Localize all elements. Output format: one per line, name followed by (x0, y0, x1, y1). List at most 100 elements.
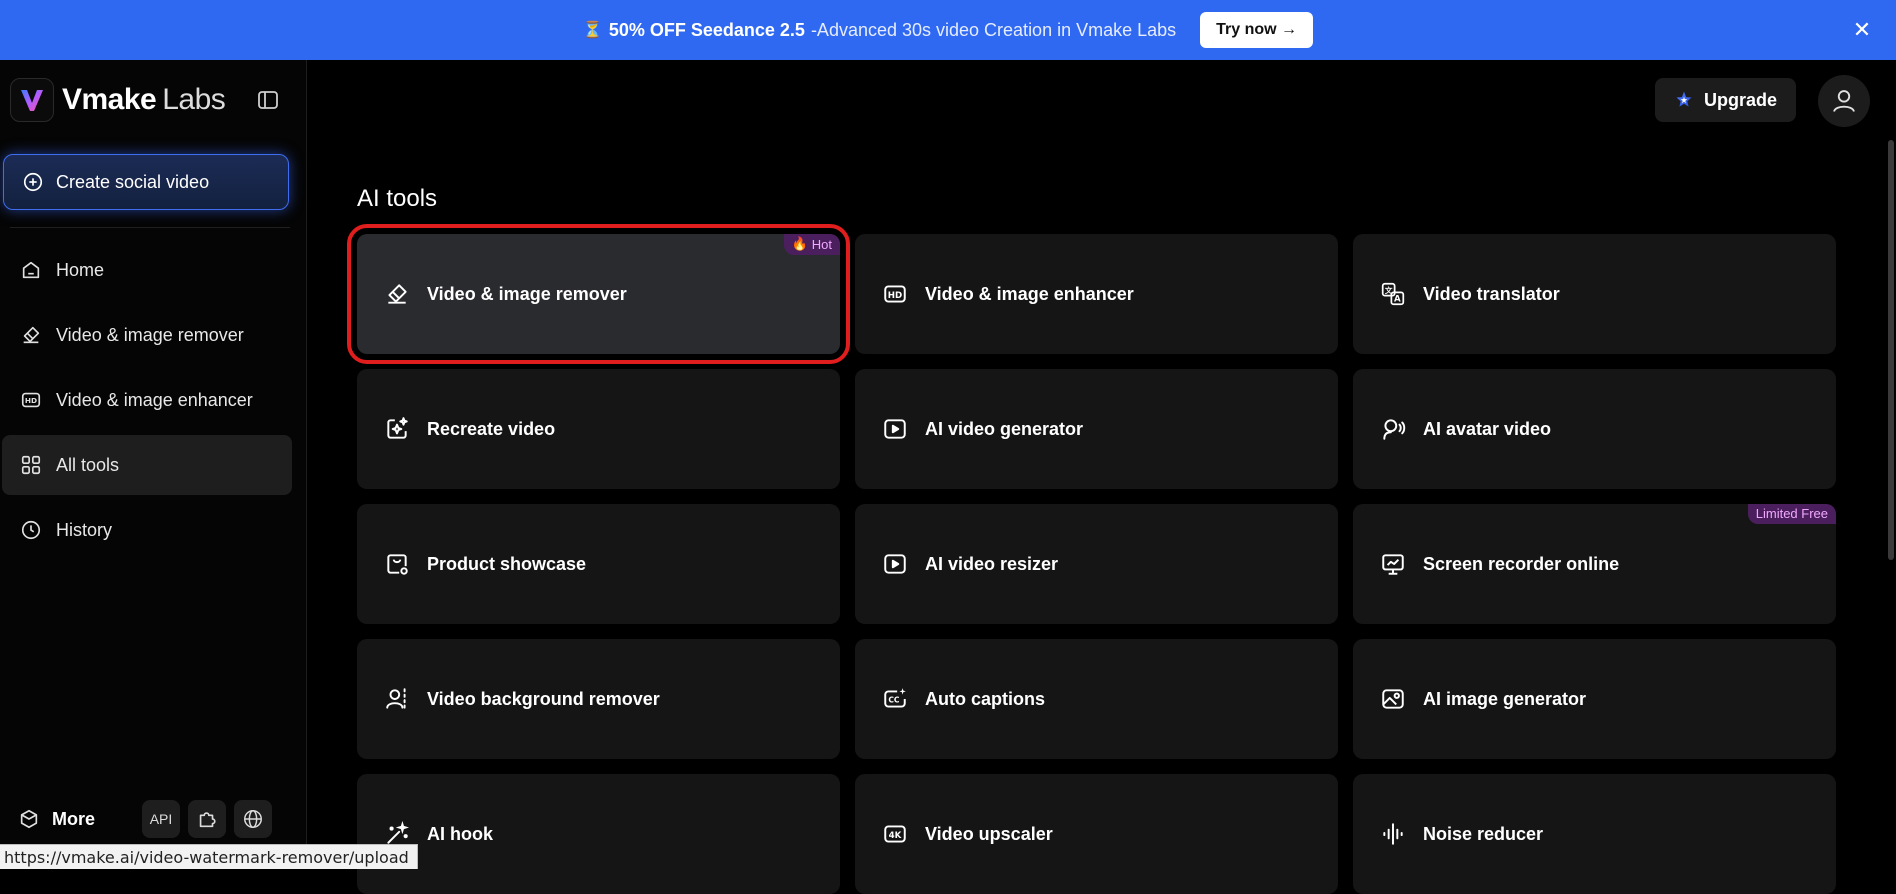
tool-label: Video upscaler (925, 823, 1053, 844)
limited-free-badge: Limited Free (1747, 504, 1836, 524)
promo-subtitle: -Advanced 30s video Creation in Vmake La… (810, 19, 1177, 40)
tool-card-ai-video-generator[interactable]: AI video generator (855, 369, 1338, 489)
eraser-icon (23, 326, 40, 344)
create-social-video-button[interactable]: Create social video (3, 154, 289, 210)
tool-label: Auto captions (925, 688, 1045, 709)
sidebar-item-video-image-enhancer[interactable]: HD Video & image enhancer (2, 370, 292, 430)
tool-card-video-image-enhancer[interactable]: HD Video & image enhancer (855, 234, 1338, 354)
tool-card-video-upscaler[interactable]: 4K Video upscaler (855, 774, 1338, 894)
clock-icon (21, 520, 41, 540)
tool-label: Video background remover (427, 688, 660, 709)
more-button[interactable]: More (18, 808, 95, 830)
globe-icon (244, 810, 262, 828)
brand-suffix: Labs (162, 83, 226, 116)
tool-label: Video & image remover (427, 283, 627, 304)
link-status-bar: https://vmake.ai/video-watermark-remover… (0, 844, 418, 869)
sidebar-item-all-tools[interactable]: All tools (2, 435, 292, 495)
try-now-button[interactable]: Try now → (1200, 12, 1314, 48)
tool-card-ai-avatar-video[interactable]: AI avatar video (1353, 369, 1836, 489)
image-icon (1382, 689, 1404, 709)
sidebar-footer: More API (18, 800, 288, 838)
upgrade-label: Upgrade (1703, 89, 1777, 110)
hd-icon: HD (884, 285, 906, 303)
badge-label: Limited Free (1755, 506, 1828, 521)
tool-card-product-showcase[interactable]: Product showcase (357, 504, 840, 624)
play-icon (884, 419, 906, 439)
hot-badge: 🔥 Hot (783, 234, 840, 255)
sidebar-nav: Home Video & image remover HD Video & im… (2, 240, 292, 565)
grid-icon (21, 455, 41, 475)
sidebar-item-history[interactable]: History (2, 500, 292, 560)
tools-grid: Video & image remover 🔥 Hot HD Video & im… (347, 224, 1837, 894)
tool-card-ai-image-generator[interactable]: AI image generator (1353, 639, 1836, 759)
logo[interactable]: Vmake Labs (10, 78, 226, 122)
create-label: Create social video (56, 171, 210, 192)
tool-card-video-image-remover[interactable]: Video & image remover 🔥 Hot (347, 224, 850, 364)
sidebar-item-home[interactable]: Home (2, 240, 292, 300)
tool-label: Recreate video (427, 418, 556, 439)
tool-card-recreate-video[interactable]: Recreate video (357, 369, 840, 489)
waveform-icon (1383, 823, 1403, 845)
sidebar: Vmake Labs Create social video Home Video… (0, 60, 307, 868)
svg-text:A: A (1394, 295, 1401, 305)
sidebar-item-label: Home (56, 259, 105, 280)
tool-label: Noise reducer (1423, 823, 1544, 844)
hd-icon: HD (21, 392, 41, 408)
bag-icon (387, 554, 408, 575)
promo-banner: ⏳ 50% OFF Seedance 2.5 -Advanced 30s vid… (0, 0, 1896, 60)
sidebar-item-label: All tools (56, 454, 120, 475)
hourglass-icon: ⏳ (582, 22, 603, 39)
svg-text:4K: 4K (889, 831, 902, 841)
tool-label: AI avatar video (1423, 418, 1552, 439)
scrollbar[interactable] (1888, 140, 1894, 560)
footer-buttons: API (142, 800, 272, 838)
svg-text:CC: CC (888, 695, 900, 704)
sidebar-item-label: Video & image enhancer (56, 389, 253, 410)
person-cutout-icon (386, 688, 406, 709)
crown-star-icon (1676, 91, 1692, 107)
translate-icon: 文 A (1381, 282, 1405, 306)
plus-circle-icon (23, 172, 43, 192)
tool-card-noise-reducer[interactable]: Noise reducer (1353, 774, 1836, 894)
sidebar-toggle-icon[interactable] (256, 88, 280, 112)
badge-label: Hot (811, 236, 832, 252)
tool-card-ai-hook[interactable]: AI hook (357, 774, 840, 894)
tool-card-ai-video-resizer[interactable]: AI video resizer (855, 504, 1338, 624)
tool-card-screen-recorder-online[interactable]: Screen recorder online Limited Free (1353, 504, 1836, 624)
tool-label: Screen recorder online (1423, 553, 1620, 574)
sidebar-item-label: Video & image remover (56, 324, 244, 345)
tool-label: Product showcase (427, 553, 587, 574)
svg-text:HD: HD (25, 396, 37, 405)
tool-card-auto-captions[interactable]: CC Auto captions (855, 639, 1338, 759)
user-icon (1833, 90, 1855, 112)
api-button[interactable]: API (142, 800, 180, 838)
tool-card-video-background-remover[interactable]: Video background remover (357, 639, 840, 759)
home-icon (22, 261, 40, 279)
4k-icon: 4K (884, 825, 906, 843)
brand-main: Vmake (62, 83, 157, 116)
flame-icon: 🔥 (791, 236, 808, 251)
tool-label: AI image generator (1423, 688, 1587, 709)
svg-text:HD: HD (888, 291, 902, 301)
promo-text: ⏳ 50% OFF Seedance 2.5 -Advanced 30s vid… (583, 20, 1176, 41)
extension-button[interactable] (188, 800, 226, 838)
upgrade-button[interactable]: Upgrade (1655, 78, 1796, 122)
tool-label: AI video resizer (925, 553, 1059, 574)
cc-icon: CC (884, 688, 906, 708)
language-button[interactable] (234, 800, 272, 838)
sidebar-item-label: History (56, 519, 113, 540)
avatar-icon (1383, 419, 1406, 440)
monitor-chart-icon (1382, 554, 1404, 575)
close-banner-icon[interactable]: ✕ (1848, 16, 1876, 44)
promo-title: 50% OFF Seedance 2.5 (608, 19, 805, 40)
tool-label: AI video generator (925, 418, 1084, 439)
puzzle-icon (199, 812, 216, 828)
play-icon (884, 554, 906, 574)
sidebar-item-video-image-remover[interactable]: Video & image remover (2, 305, 292, 365)
avatar[interactable] (1818, 75, 1870, 127)
tool-label: AI hook (427, 823, 493, 844)
sparkle-frame-icon (387, 417, 408, 439)
cube-icon (20, 809, 38, 829)
tool-card-video-translator[interactable]: 文 A Video translator (1353, 234, 1836, 354)
tool-label: Video & image enhancer (925, 283, 1134, 304)
